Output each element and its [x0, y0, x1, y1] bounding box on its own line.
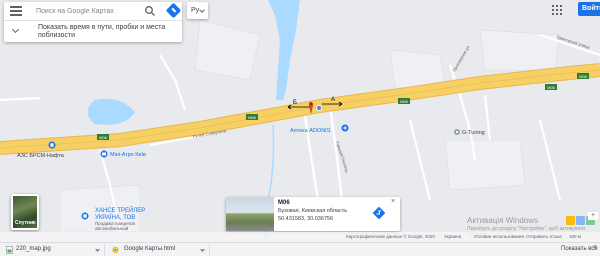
- downloads-bar: 220_map.jpg Google Карты.html Показать в…: [0, 242, 600, 256]
- search-panel: Показать время в пути, пробки и места по…: [4, 2, 182, 42]
- search-input[interactable]: [36, 5, 140, 18]
- street-view-thumbnail[interactable]: [226, 197, 274, 231]
- map-attribution-bar: Картографические данные © Google, 2020 У…: [0, 232, 600, 242]
- gas-station-icon[interactable]: [48, 141, 56, 149]
- download-item[interactable]: 220_map.jpg: [16, 243, 51, 256]
- scale-label[interactable]: 100 м: [569, 234, 581, 239]
- traffic-toggle[interactable]: Показать время в пути, пробки и места по…: [4, 21, 182, 42]
- tuning-icon[interactable]: [454, 129, 460, 135]
- apps-grid-icon[interactable]: [552, 5, 562, 15]
- shop-icon[interactable]: [100, 150, 108, 158]
- close-icon[interactable]: ×: [391, 198, 395, 205]
- place-label-trailer-sub2: автомобильный: [95, 225, 129, 231]
- image-file-icon: [6, 246, 13, 254]
- svg-text:M06: M06: [400, 99, 409, 104]
- road-shield-m06: M06: [97, 134, 109, 140]
- road-shield-m06: M06: [577, 73, 589, 79]
- place-label-pharmacy[interactable]: Аптека ADONIS: [290, 128, 331, 134]
- chevron-up-icon[interactable]: [95, 247, 100, 252]
- svg-text:M06: M06: [248, 115, 257, 120]
- close-icon[interactable]: ×: [593, 244, 597, 251]
- divider: [209, 244, 210, 256]
- card-title: M06: [278, 200, 290, 206]
- road-shield-m06: M06: [246, 114, 258, 120]
- search-row: [4, 2, 182, 20]
- pegman-icon[interactable]: [566, 216, 575, 225]
- marker-a: А: [331, 97, 335, 103]
- download-item[interactable]: Google Карты.html: [124, 243, 175, 256]
- svg-text:M06: M06: [99, 135, 108, 140]
- svg-text:M06: M06: [579, 74, 588, 79]
- country-label[interactable]: Украина: [444, 234, 461, 239]
- place-label-agro[interactable]: Міні-Агро Київ: [110, 152, 146, 158]
- place-info-card[interactable]: M06 Бузовая, Киевская область 50.431583,…: [226, 197, 400, 231]
- signin-button[interactable]: Войти: [578, 2, 600, 16]
- svg-text:M06: M06: [547, 85, 556, 90]
- satellite-layer-toggle[interactable]: Спутник: [11, 194, 39, 230]
- map-data-credit: Картографические данные © Google, 2020: [346, 234, 435, 239]
- directions-arrow-icon[interactable]: [372, 206, 386, 220]
- road-shield-m06: M06: [545, 84, 557, 90]
- search-icon[interactable]: [144, 5, 156, 17]
- language-select[interactable]: Ру: [187, 2, 208, 19]
- card-subtitle: Бузовая, Киевская область: [278, 208, 348, 214]
- store-icon[interactable]: [81, 212, 89, 220]
- chevron-down-icon: [11, 25, 20, 34]
- layer-thumb-label: Спутник: [15, 220, 36, 226]
- place-label-trailer-2[interactable]: УКРАЇНА, ТОВ: [95, 214, 135, 221]
- place-label-azs[interactable]: АЗС БРСМ-Нафта: [17, 153, 65, 159]
- pharmacy-icon[interactable]: [341, 124, 349, 132]
- terms-link[interactable]: Условия использования: [474, 234, 524, 239]
- menu-icon[interactable]: [10, 6, 22, 16]
- chrome-file-icon: [112, 246, 119, 254]
- zoom-in-button[interactable]: +: [588, 212, 598, 220]
- feedback-link[interactable]: Отправить отзыв: [526, 234, 562, 239]
- layers-icon[interactable]: [576, 216, 585, 225]
- place-label-trailer-1[interactable]: ХАНСЕ ТРЕЙЛЕР: [95, 206, 145, 214]
- place-label-tuning[interactable]: G-Tuning: [462, 130, 485, 136]
- divider: [104, 244, 105, 256]
- traffic-toggle-label: Показать время в пути, пробки и места по…: [38, 24, 166, 39]
- directions-icon[interactable]: [165, 2, 182, 19]
- marker-b: Б: [293, 100, 297, 106]
- road-shield-m06: M06: [398, 98, 410, 104]
- card-coordinates[interactable]: 50.431583, 30.036756: [278, 216, 333, 222]
- chevron-up-icon[interactable]: [200, 247, 205, 252]
